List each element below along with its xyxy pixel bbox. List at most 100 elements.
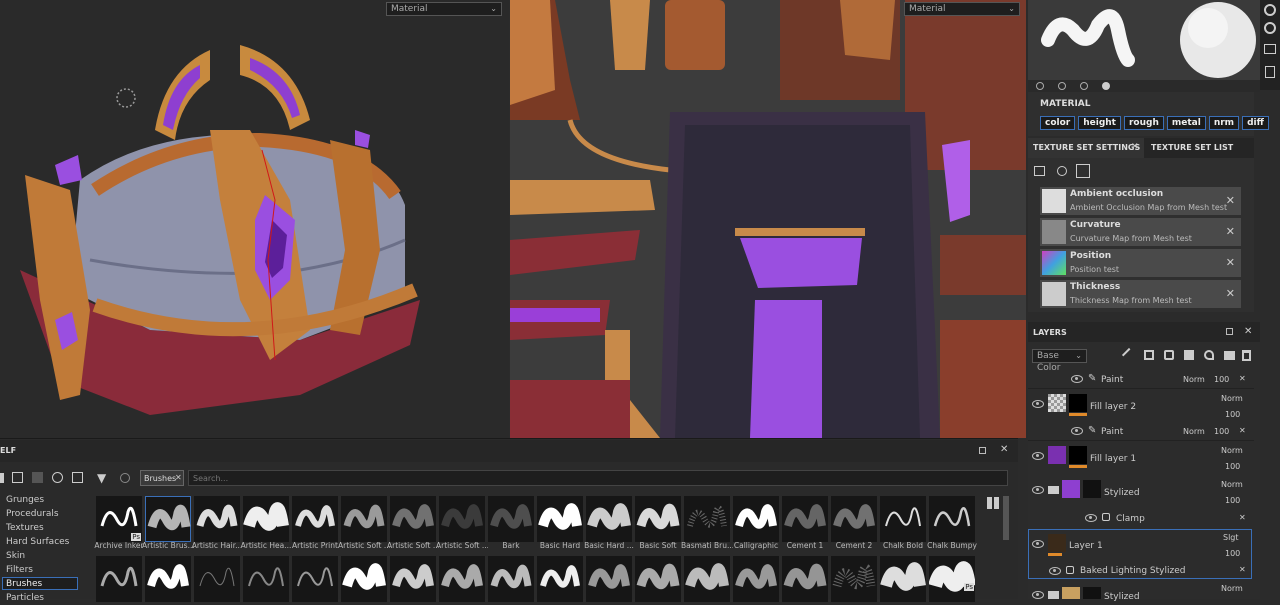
channel-color-toggle[interactable]: color bbox=[1040, 116, 1076, 130]
layer-blend[interactable]: Norm bbox=[1221, 446, 1243, 455]
tab-texture-set-settings[interactable]: TEXTURE SET SETTINGS ✕ bbox=[1028, 138, 1144, 158]
category-brushes-selected[interactable]: Brushes bbox=[2, 577, 78, 590]
uv-icon[interactable] bbox=[1076, 164, 1090, 178]
category-hard-surfaces[interactable]: Hard Surfaces bbox=[6, 537, 69, 547]
maximize-icon[interactable] bbox=[1226, 328, 1233, 335]
hide-icon[interactable] bbox=[52, 472, 63, 483]
category-filters[interactable]: Filters bbox=[6, 565, 33, 575]
close-icon[interactable]: ✕ bbox=[1239, 426, 1246, 435]
brush-artistic-print[interactable] bbox=[292, 496, 338, 542]
brush-cement-1[interactable] bbox=[782, 496, 828, 542]
brush-basic-hard[interactable] bbox=[537, 496, 583, 542]
layer-blend[interactable]: Norm bbox=[1221, 394, 1243, 403]
channel-height-toggle[interactable]: height bbox=[1078, 116, 1121, 130]
document-icon[interactable] bbox=[1265, 66, 1275, 78]
filter-funnel-icon[interactable]: ▼ bbox=[97, 471, 106, 485]
layer-row-sub[interactable]: ✎ Paint Norm 100 ✕ bbox=[1028, 370, 1254, 389]
brush-row2-item[interactable] bbox=[635, 556, 681, 602]
channel-diff-toggle[interactable]: diff bbox=[1242, 116, 1269, 130]
brush-cement-2[interactable] bbox=[831, 496, 877, 542]
mesh-map-position[interactable]: Position Position test ✕ bbox=[1040, 249, 1241, 277]
brush-artistic-brush[interactable] bbox=[145, 496, 191, 542]
close-icon[interactable]: ✕ bbox=[1239, 374, 1246, 383]
tab-texture-set-list[interactable]: TEXTURE SET LIST bbox=[1151, 143, 1233, 152]
brush-artistic-soft-1[interactable] bbox=[341, 496, 387, 542]
layer-row-group-stylized-2[interactable]: Stylized Norm bbox=[1028, 583, 1254, 602]
import-icon[interactable] bbox=[72, 472, 83, 483]
layer-blend[interactable]: Norm bbox=[1183, 375, 1205, 384]
remove-map-icon[interactable]: ✕ bbox=[1226, 194, 1235, 207]
visibility-eye-icon[interactable] bbox=[1032, 486, 1044, 494]
brush-archive-inker[interactable]: Ps bbox=[96, 496, 142, 542]
wand-icon[interactable] bbox=[1121, 347, 1137, 363]
visibility-eye-icon[interactable] bbox=[1032, 540, 1044, 548]
viewport-3d-channel-dropdown[interactable]: Material ⌄ bbox=[386, 2, 502, 16]
brush-row2-item[interactable] bbox=[488, 556, 534, 602]
mesh-map-curvature[interactable]: Curvature Curvature Map from Mesh test ✕ bbox=[1040, 218, 1241, 246]
fill-layer-icon[interactable] bbox=[1204, 350, 1214, 360]
mesh-map-ambient-occlusion[interactable]: Ambient occlusion Ambient Occlusion Map … bbox=[1040, 187, 1241, 215]
layer-channel-dropdown[interactable]: Base Color ⌄ bbox=[1032, 349, 1087, 373]
add-effect-icon[interactable] bbox=[1164, 350, 1174, 360]
layer-row-fill-layer-1[interactable]: Fill layer 1 Norm 100 bbox=[1028, 442, 1254, 474]
layer-row-fill-layer-2[interactable]: Fill layer 2 Norm 100 bbox=[1028, 390, 1254, 422]
visibility-eye-icon[interactable] bbox=[1032, 400, 1044, 408]
brush-row2-item[interactable] bbox=[684, 556, 730, 602]
viewport-3d[interactable]: Material ⌄ bbox=[0, 0, 509, 438]
visibility-eye-icon[interactable] bbox=[1032, 591, 1044, 599]
layer-opacity[interactable]: 100 bbox=[1225, 496, 1240, 505]
brush-row2-item[interactable] bbox=[880, 556, 926, 602]
brush-row2-item[interactable] bbox=[537, 556, 583, 602]
brush-basmati[interactable] bbox=[684, 496, 730, 542]
layer-blend[interactable]: Norm bbox=[1221, 584, 1243, 593]
close-icon[interactable]: ✕ bbox=[175, 473, 182, 482]
brush-row2-item[interactable] bbox=[390, 556, 436, 602]
visibility-eye-icon[interactable] bbox=[1049, 567, 1061, 575]
layer-blend[interactable]: Norm bbox=[1183, 427, 1205, 436]
viewport-2d-channel-dropdown[interactable]: Material ⌄ bbox=[904, 2, 1020, 16]
preview-tab-icon[interactable] bbox=[1058, 82, 1066, 90]
remove-map-icon[interactable]: ✕ bbox=[1226, 225, 1235, 238]
brush-row2-item[interactable] bbox=[782, 556, 828, 602]
brush-bark[interactable] bbox=[488, 496, 534, 542]
shelf-scrollbar[interactable] bbox=[1003, 496, 1009, 540]
brush-row2-item[interactable] bbox=[586, 556, 632, 602]
mesh-map-thickness[interactable]: Thickness Thickness Map from Mesh test ✕ bbox=[1040, 280, 1241, 308]
close-icon[interactable]: ✕ bbox=[1131, 142, 1139, 152]
add-mask-icon[interactable] bbox=[1144, 350, 1154, 360]
brush-artistic-hair[interactable] bbox=[194, 496, 240, 542]
layer-blend[interactable]: Slgt bbox=[1223, 533, 1239, 542]
category-particles[interactable]: Particles bbox=[6, 593, 44, 603]
delete-icon[interactable] bbox=[1242, 350, 1251, 361]
new-folder-icon[interactable] bbox=[12, 472, 23, 483]
brush-artistic-heavy[interactable] bbox=[243, 496, 289, 542]
close-icon[interactable]: ✕ bbox=[1239, 565, 1246, 574]
brush-row2-item[interactable] bbox=[145, 556, 191, 602]
brush-row2-item[interactable] bbox=[341, 556, 387, 602]
visibility-eye-icon[interactable] bbox=[1071, 427, 1083, 435]
brush-row2-item[interactable] bbox=[733, 556, 779, 602]
brush-row2-item[interactable]: Ps bbox=[929, 556, 975, 602]
channel-nrm-toggle[interactable]: nrm bbox=[1208, 116, 1240, 130]
brush-row2-item[interactable] bbox=[194, 556, 240, 602]
close-icon[interactable]: ✕ bbox=[1239, 513, 1246, 522]
save-icon[interactable] bbox=[32, 472, 43, 483]
mesh-maps-icon[interactable] bbox=[1034, 166, 1045, 176]
layer-opacity[interactable]: 100 bbox=[1225, 549, 1240, 558]
visibility-eye-icon[interactable] bbox=[1071, 375, 1083, 383]
brush-row2-item[interactable] bbox=[292, 556, 338, 602]
layer-opacity[interactable]: 100 bbox=[1214, 375, 1229, 384]
refresh-icon[interactable] bbox=[120, 473, 130, 483]
category-textures[interactable]: Textures bbox=[6, 523, 44, 533]
brush-artistic-soft-3[interactable] bbox=[439, 496, 485, 542]
brush-calligraphic[interactable] bbox=[733, 496, 779, 542]
image-icon[interactable] bbox=[1264, 44, 1276, 54]
brush-row2-item[interactable] bbox=[439, 556, 485, 602]
settings-icon[interactable] bbox=[1264, 4, 1276, 16]
remove-map-icon[interactable]: ✕ bbox=[1226, 256, 1235, 269]
visibility-eye-icon[interactable] bbox=[1032, 452, 1044, 460]
remove-map-icon[interactable]: ✕ bbox=[1226, 287, 1235, 300]
layer-opacity[interactable]: 100 bbox=[1225, 410, 1240, 419]
layer-row-group-stylized[interactable]: Stylized Norm 100 bbox=[1028, 476, 1254, 508]
palette-icon[interactable] bbox=[1264, 22, 1276, 34]
